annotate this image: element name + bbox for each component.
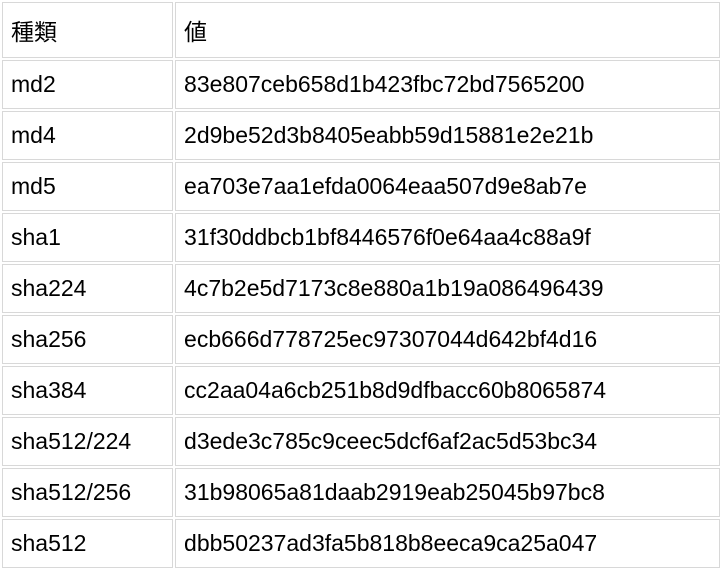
cell-type: sha224 [2,264,173,313]
cell-type: sha512/256 [2,468,173,517]
table-row: md5ea703e7aa1efda0064eaa507d9e8ab7e [2,162,720,211]
cell-value: 31f30ddbcb1bf8446576f0e64aa4c88a9f [175,213,720,262]
table-row: md42d9be52d3b8405eabb59d15881e2e21b [2,111,720,160]
cell-value: 83e807ceb658d1b423fbc72bd7565200 [175,60,720,109]
cell-type: sha1 [2,213,173,262]
cell-type: sha512 [2,519,173,568]
table-row: sha256ecb666d778725ec97307044d642bf4d16 [2,315,720,364]
hash-table: 種類 値 md283e807ceb658d1b423fbc72bd7565200… [0,0,722,570]
cell-type: md4 [2,111,173,160]
cell-type: md5 [2,162,173,211]
cell-type: md2 [2,60,173,109]
cell-value: ecb666d778725ec97307044d642bf4d16 [175,315,720,364]
table-header-row: 種類 値 [2,2,720,58]
cell-value: 31b98065a81daab2919eab25045b97bc8 [175,468,720,517]
cell-type: sha512/224 [2,417,173,466]
cell-type: sha256 [2,315,173,364]
cell-value: ea703e7aa1efda0064eaa507d9e8ab7e [175,162,720,211]
cell-value: cc2aa04a6cb251b8d9dfbacc60b8065874 [175,366,720,415]
header-value: 値 [175,2,720,58]
header-type: 種類 [2,2,173,58]
table-row: sha384cc2aa04a6cb251b8d9dfbacc60b8065874 [2,366,720,415]
cell-value: dbb50237ad3fa5b818b8eeca9ca25a047 [175,519,720,568]
table-row: sha2244c7b2e5d7173c8e880a1b19a086496439 [2,264,720,313]
cell-value: 2d9be52d3b8405eabb59d15881e2e21b [175,111,720,160]
table-row: sha512dbb50237ad3fa5b818b8eeca9ca25a047 [2,519,720,568]
table-row: sha512/224d3ede3c785c9ceec5dcf6af2ac5d53… [2,417,720,466]
cell-type: sha384 [2,366,173,415]
cell-value: 4c7b2e5d7173c8e880a1b19a086496439 [175,264,720,313]
table-row: sha512/25631b98065a81daab2919eab25045b97… [2,468,720,517]
table-row: md283e807ceb658d1b423fbc72bd7565200 [2,60,720,109]
table-row: sha131f30ddbcb1bf8446576f0e64aa4c88a9f [2,213,720,262]
cell-value: d3ede3c785c9ceec5dcf6af2ac5d53bc34 [175,417,720,466]
